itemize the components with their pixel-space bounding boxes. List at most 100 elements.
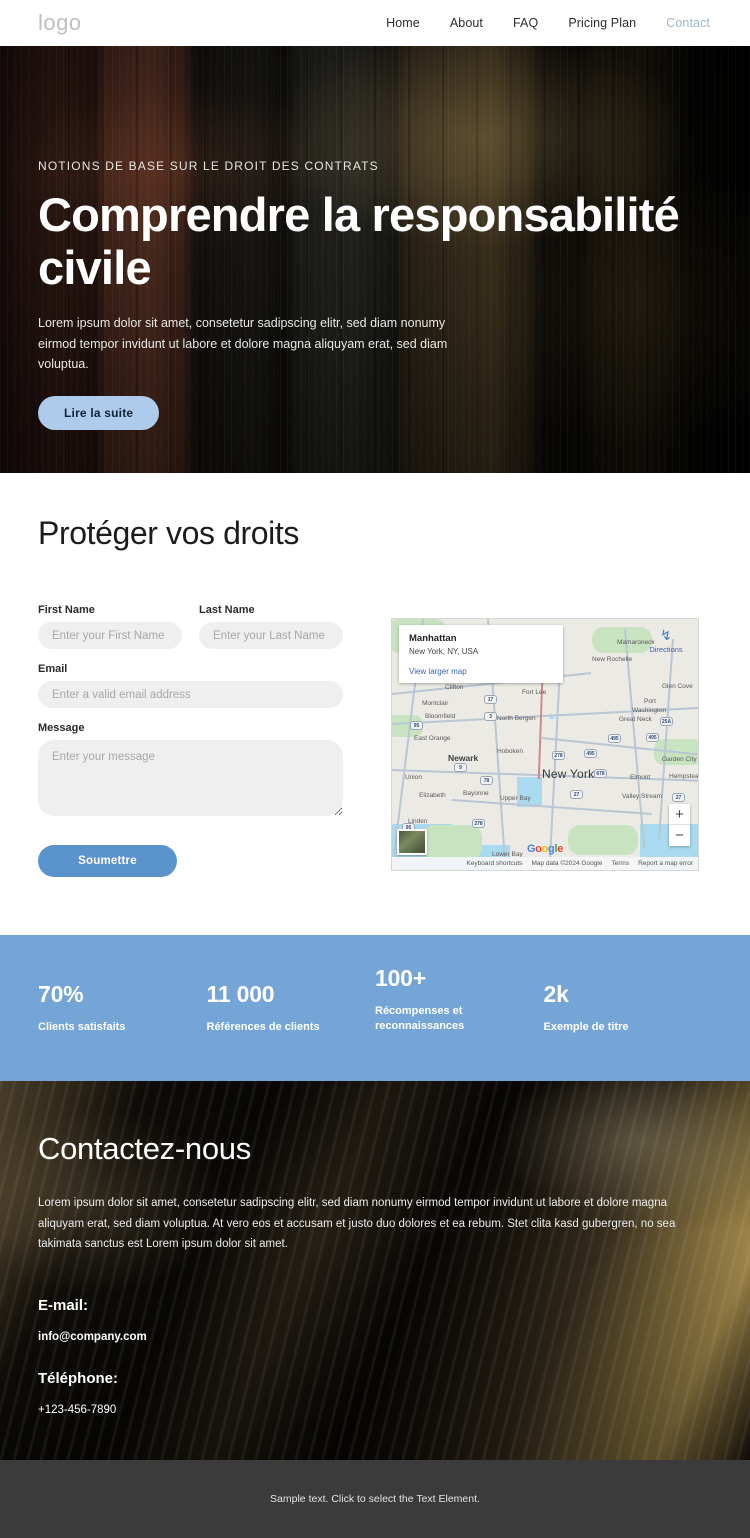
map-zoom-in-button[interactable]: + — [669, 804, 690, 825]
map-data-credit: Map data ©2024 Google — [531, 860, 603, 867]
map-route-shield: 678 — [594, 769, 607, 778]
first-name-label: First Name — [38, 604, 95, 616]
map-zoom-controls: + − — [669, 804, 690, 846]
map-route-shield: 25A — [660, 717, 673, 726]
map-route-shield: 95 — [410, 721, 423, 730]
map-info-card: Manhattan New York, NY, USA View larger … — [399, 625, 563, 684]
map-route-shield: 495 — [608, 734, 621, 743]
nav-item-about[interactable]: About — [450, 16, 483, 30]
map-place-label: New Rochelle — [592, 656, 633, 663]
email-label: Email — [38, 663, 68, 675]
field-email: Email — [38, 663, 343, 708]
map-place-label: Clifton — [445, 684, 464, 691]
nav-item-contact[interactable]: Contact — [666, 16, 710, 30]
contact-form-section: Protéger vos droits First Name Last Name… — [0, 473, 750, 935]
map-place-label: Elmont — [630, 774, 651, 781]
contact-form: First Name Last Name Email Message Soume… — [38, 604, 343, 877]
map-place-name: Manhattan — [409, 633, 457, 644]
map-place-label: North Bergen — [497, 715, 536, 722]
stat-label: Récompenses et reconnaissances — [375, 1005, 465, 1033]
google-logo: Google — [526, 843, 564, 855]
stat-value: 100+ — [375, 965, 427, 991]
map-zoom-out-button[interactable]: − — [669, 825, 690, 846]
stat-item: 70% Clients satisfaits — [38, 981, 207, 1035]
directions-label: Directions — [649, 645, 683, 654]
nav-item-home[interactable]: Home — [386, 16, 420, 30]
message-label: Message — [38, 722, 85, 734]
stat-value: 11 000 — [206, 981, 275, 1007]
submit-button[interactable]: Soumettre — [38, 845, 177, 877]
site-logo[interactable]: logo — [38, 12, 82, 34]
stat-label: Références de clients — [206, 1021, 320, 1034]
map-route-shield: 27 — [570, 790, 583, 799]
map-report-error-link[interactable]: Report a map error — [638, 860, 693, 867]
map-place-label: Bayonne — [463, 790, 489, 797]
email-value[interactable]: info@company.com — [38, 1331, 712, 1343]
map-route-shield: 495 — [584, 749, 597, 758]
directions-icon: ↯ — [660, 627, 672, 643]
map-place-label: Montclair — [422, 700, 449, 707]
section-title: Protéger vos droits — [38, 515, 299, 551]
view-larger-map-link[interactable]: View larger map — [409, 667, 553, 676]
phone-value[interactable]: +123-456-7890 — [38, 1404, 712, 1416]
statistics-band: 70% Clients satisfaits 11 000 Références… — [0, 935, 750, 1082]
map-keyboard-shortcuts[interactable]: Keyboard shortcuts — [466, 860, 522, 867]
stat-item: 100+ Récompenses et reconnaissances — [375, 965, 544, 1035]
google-map[interactable]: New York Newark Clifton Montclair Bloomfield… — [391, 618, 699, 871]
stat-item: 2k Exemple de titre — [543, 981, 713, 1035]
email-heading: E-mail: — [38, 1296, 89, 1314]
last-name-label: Last Name — [199, 604, 255, 616]
last-name-input[interactable] — [199, 622, 343, 649]
map-route-shield: 17 — [484, 695, 497, 704]
message-textarea[interactable] — [38, 740, 343, 816]
map-route-shield: 495 — [646, 733, 659, 742]
map-place-label: Newark — [448, 753, 479, 763]
first-name-input[interactable] — [38, 622, 182, 649]
map-directions-button[interactable]: ↯ Directions — [643, 628, 689, 654]
stat-item: 11 000 Références de clients — [206, 981, 376, 1035]
footer-text[interactable]: Sample text. Click to select the Text El… — [270, 1493, 480, 1505]
map-place-label: Bloomfield — [425, 713, 456, 720]
email-input[interactable] — [38, 681, 343, 708]
contact-description: Lorem ipsum dolor sit amet, consetetur s… — [38, 1197, 676, 1251]
stat-value: 2k — [543, 981, 569, 1007]
map-place-label: Hoboken — [497, 748, 524, 755]
map-place-label: Glen Cove — [662, 683, 693, 690]
map-place-label: Fort Lee — [522, 689, 547, 696]
map-terms-link[interactable]: Terms — [611, 860, 629, 867]
stat-label: Clients satisfaits — [38, 1021, 126, 1034]
map-place-label: Union — [405, 774, 422, 781]
phone-heading: Téléphone: — [38, 1369, 119, 1387]
contact-title: Contactez-nous — [38, 1131, 251, 1167]
map-place-label: Upper Bay — [500, 795, 531, 802]
stat-label: Exemple de titre — [543, 1021, 629, 1034]
field-message: Message — [38, 722, 343, 821]
map-place-label: Port — [644, 698, 656, 705]
hero-section: NOTIONS DE BASE SUR LE DROIT DES CONTRAT… — [0, 46, 750, 473]
map-route-shield: 3 — [484, 712, 497, 721]
map-place-label: Washington — [632, 707, 667, 714]
map-attribution-bar: Keyboard shortcuts Map data ©2024 Google… — [392, 857, 698, 870]
hero-eyebrow: NOTIONS DE BASE SUR LE DROIT DES CONTRAT… — [38, 159, 379, 173]
nav-item-pricing-plan[interactable]: Pricing Plan — [568, 16, 636, 30]
map-place-label: New York — [542, 767, 595, 781]
stat-value: 70% — [38, 981, 84, 1007]
map-route-shield: 278 — [472, 819, 485, 828]
contact-section: Contactez-nous Lorem ipsum dolor sit ame… — [0, 1081, 750, 1460]
map-place-label: Hempstead — [669, 773, 699, 780]
map-place-label: Garden City — [662, 756, 697, 763]
map-place-label: Elizabeth — [419, 792, 446, 799]
map-place-address: New York, NY, USA — [409, 647, 479, 657]
map-place-label: East Orange — [414, 735, 451, 742]
map-streetview-thumbnail[interactable] — [397, 829, 427, 855]
map-place-label: Valley Stream — [622, 793, 662, 800]
read-more-button[interactable]: Lire la suite — [38, 396, 160, 430]
map-route-shield: 9 — [454, 763, 467, 772]
map-route-shield: 27 — [672, 793, 685, 802]
map-route-shield: 278 — [552, 751, 565, 760]
hero-title: Comprendre la responsabilité civile — [38, 188, 680, 294]
field-last-name: Last Name — [199, 604, 343, 649]
nav-item-faq[interactable]: FAQ — [513, 16, 538, 30]
map-column: New York Newark Clifton Montclair Bloomfield… — [391, 618, 699, 871]
map-place-label: Great Neck — [619, 716, 652, 723]
